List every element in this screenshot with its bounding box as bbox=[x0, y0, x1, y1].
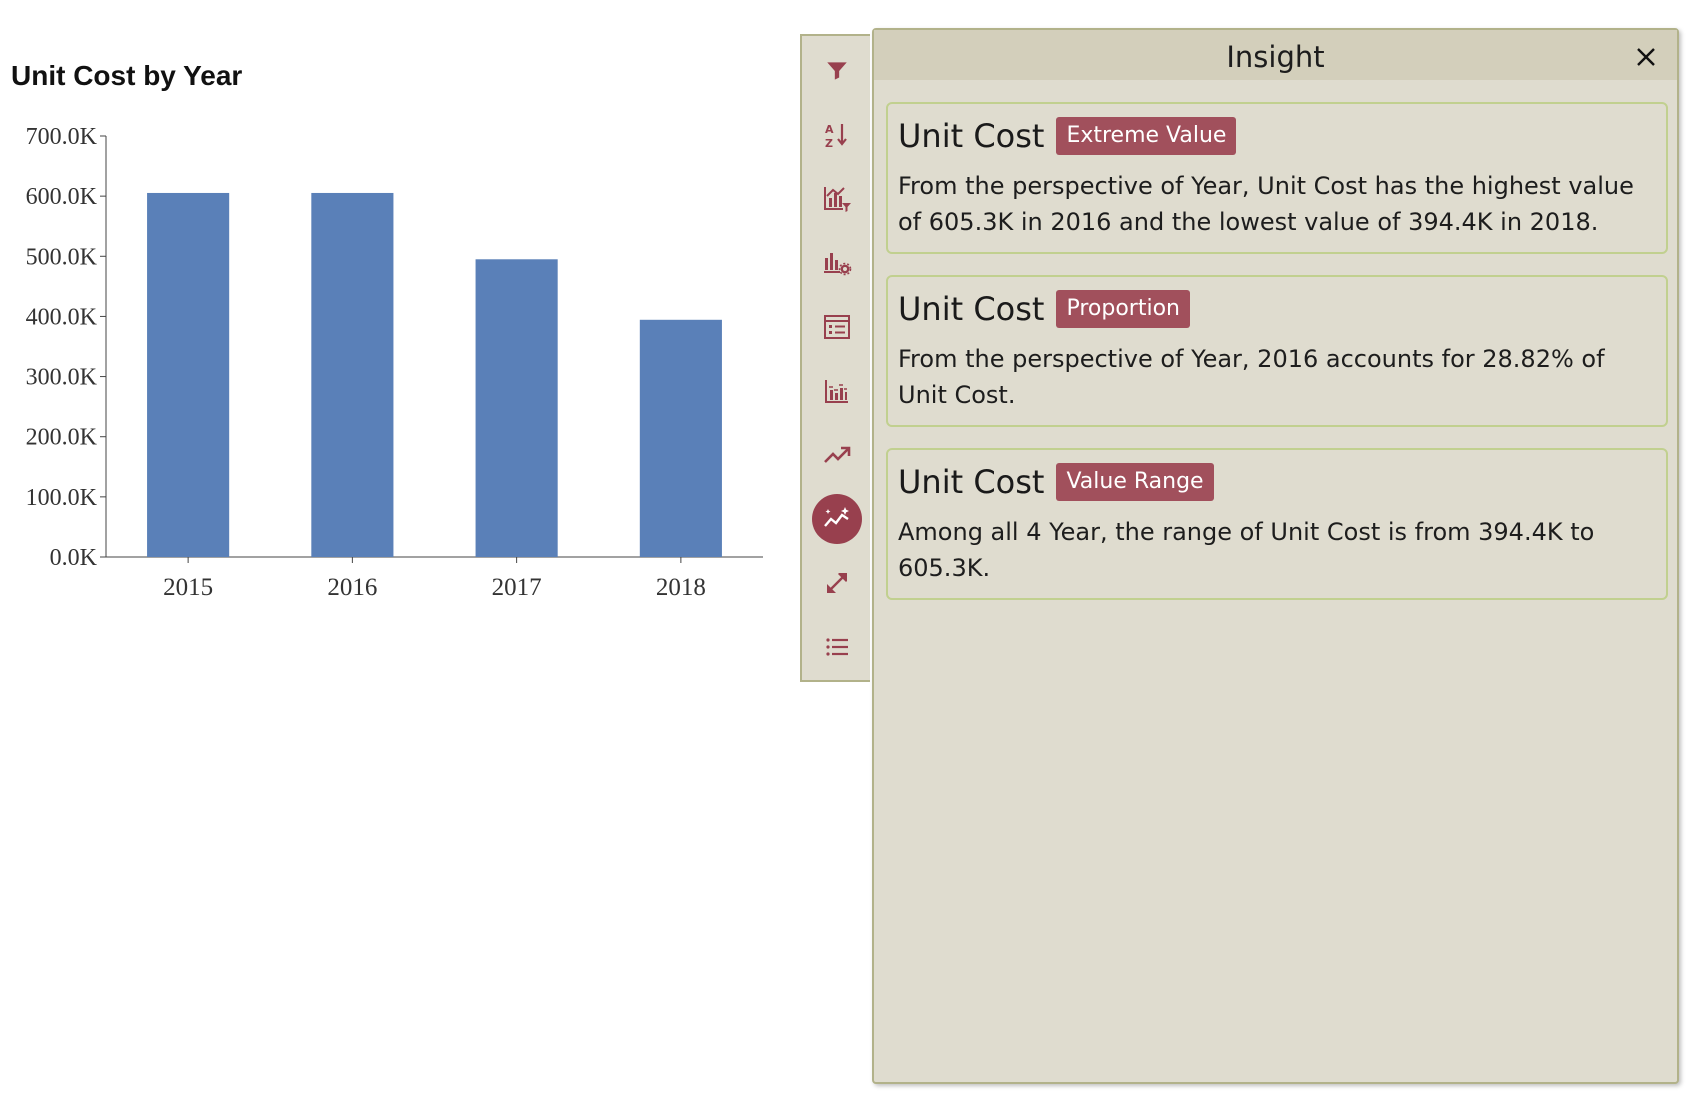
insight-description: From the perspective of Year, Unit Cost … bbox=[898, 172, 1634, 236]
bar-chart: 0.0K 100.0K 200.0K 300.0K 400.0K 500.0K 600.0K… bbox=[26, 124, 763, 601]
trend-button[interactable] bbox=[812, 430, 862, 480]
x-tick-label: 2018 bbox=[656, 574, 706, 601]
insight-tag: Extreme Value bbox=[1056, 117, 1237, 155]
y-tick-label: 600.0K bbox=[26, 184, 98, 210]
close-button[interactable] bbox=[1631, 42, 1661, 72]
side-toolbar: A Z bbox=[800, 34, 870, 682]
insight-button[interactable] bbox=[812, 494, 862, 544]
insight-card: Unit Cost Proportion From the perspectiv… bbox=[886, 275, 1668, 427]
x-tick-label: 2016 bbox=[327, 574, 377, 601]
chart-title: Unit Cost by Year bbox=[11, 60, 243, 91]
y-tick-label: 700.0K bbox=[26, 124, 98, 150]
list-button[interactable] bbox=[812, 622, 862, 672]
close-icon bbox=[1637, 48, 1655, 66]
svg-text:Z: Z bbox=[825, 137, 833, 149]
panel-header: Insight bbox=[874, 30, 1677, 80]
chart-settings-button[interactable] bbox=[812, 238, 862, 288]
filter-icon bbox=[827, 62, 847, 80]
y-tick-label: 300.0K bbox=[26, 365, 98, 391]
bar bbox=[311, 192, 394, 557]
svg-text:A: A bbox=[825, 123, 834, 136]
x-tick-label: 2017 bbox=[492, 574, 542, 601]
y-tick-label: 400.0K bbox=[26, 304, 98, 330]
y-tick-label: 200.0K bbox=[26, 425, 98, 451]
insight-description: From the perspective of Year, 2016 accou… bbox=[898, 345, 1605, 409]
y-tick-label: 500.0K bbox=[26, 244, 98, 270]
insight-icon bbox=[824, 507, 849, 527]
panel-title: Insight bbox=[1226, 40, 1325, 74]
x-tick-label: 2015 bbox=[163, 574, 213, 601]
insight-metric: Unit Cost bbox=[898, 290, 1045, 328]
insight-tag: Proportion bbox=[1056, 290, 1190, 328]
y-tick-label: 100.0K bbox=[26, 485, 98, 511]
chart-filter-icon bbox=[824, 187, 851, 212]
insight-panel: Insight Unit Cost Extreme Value From the… bbox=[872, 28, 1679, 1084]
sort-button[interactable]: A Z bbox=[812, 110, 862, 160]
expand-button[interactable] bbox=[812, 558, 862, 608]
bar-chart-button[interactable] bbox=[812, 366, 862, 416]
filter-button[interactable] bbox=[812, 46, 862, 96]
bar bbox=[475, 259, 558, 557]
insight-card: Unit Cost Value Range Among all 4 Year, … bbox=[886, 448, 1668, 600]
insight-metric: Unit Cost bbox=[898, 463, 1045, 501]
sort-az-icon: A Z bbox=[825, 123, 847, 149]
insight-description: Among all 4 Year, the range of Unit Cost… bbox=[898, 518, 1595, 582]
bar bbox=[147, 192, 230, 557]
insight-metric: Unit Cost bbox=[898, 117, 1045, 155]
chart-settings-icon bbox=[824, 253, 852, 276]
list-icon bbox=[826, 638, 848, 656]
insight-tag: Value Range bbox=[1056, 463, 1214, 501]
data-table-button[interactable] bbox=[812, 302, 862, 352]
bar bbox=[639, 319, 722, 557]
trend-icon bbox=[824, 446, 851, 463]
chart-filter-button[interactable] bbox=[812, 174, 862, 224]
insight-card: Unit Cost Extreme Value From the perspec… bbox=[886, 102, 1668, 254]
bar-chart-icon bbox=[825, 380, 848, 403]
y-tick-label: 0.0K bbox=[50, 545, 98, 571]
data-table-icon bbox=[824, 315, 850, 339]
expand-icon bbox=[827, 573, 847, 593]
